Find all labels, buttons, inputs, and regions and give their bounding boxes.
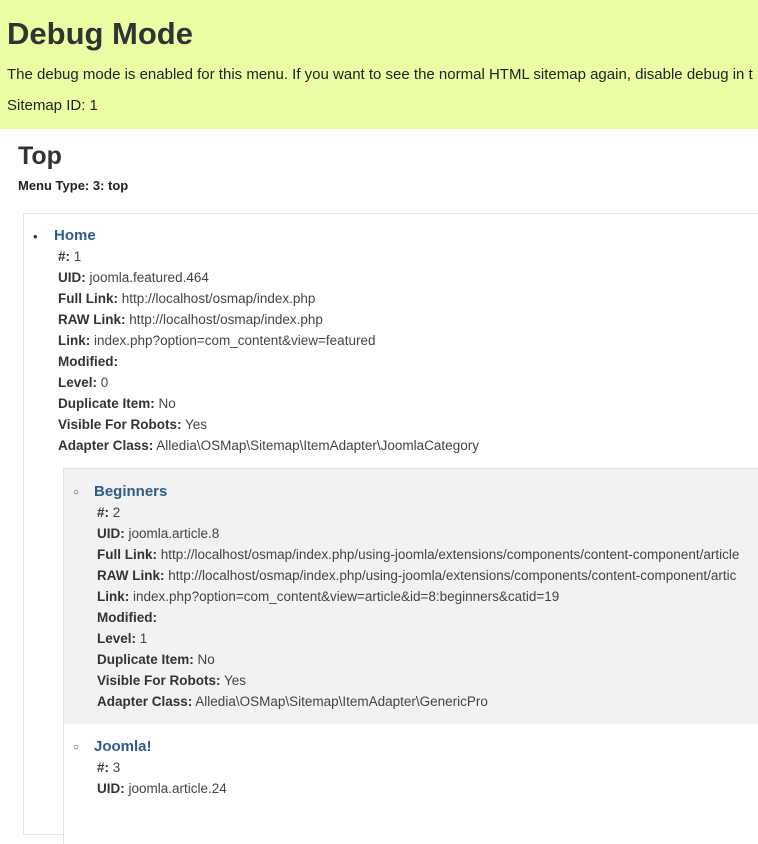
item-uid-row: UID: joomla.article.24	[97, 781, 227, 796]
item-link-joomla[interactable]: Joomla!	[94, 738, 152, 756]
item-raw-link-row: RAW Link: http://localhost/osmap/index.p…	[58, 312, 323, 327]
item-visible-row: Visible For Robots: Yes	[58, 417, 208, 432]
bullet-circle-icon: ○	[73, 742, 80, 753]
item-link-home[interactable]: Home	[54, 227, 96, 245]
item-uid-row: UID: joomla.article.8	[97, 526, 220, 541]
item-level-row: Level: 1	[97, 631, 148, 646]
item-link-row: Link: index.php?option=com_content&view=…	[58, 333, 376, 348]
item-raw-link-row: RAW Link: http://localhost/osmap/index.p…	[97, 568, 737, 583]
item-uid-row: UID: joomla.featured.464	[58, 270, 209, 285]
item-visible-row: Visible For Robots: Yes	[97, 673, 247, 688]
debug-title: Debug Mode	[7, 16, 193, 51]
item-num-row: #: 1	[58, 249, 82, 264]
item-num-row: #: 3	[97, 760, 121, 775]
item-duplicate-row: Duplicate Item: No	[97, 652, 215, 667]
item-modified-row: Modified:	[58, 354, 118, 369]
item-level-row: Level: 0	[58, 375, 109, 390]
item-num-row: #: 2	[97, 505, 121, 520]
item-adapter-row: Adapter Class: Alledia\OSMap\Sitemap\Ite…	[58, 438, 479, 453]
item-duplicate-row: Duplicate Item: No	[58, 396, 176, 411]
debug-message: The debug mode is enabled for this menu.…	[7, 66, 753, 83]
debug-banner: Debug Mode The debug mode is enabled for…	[0, 0, 758, 129]
item-modified-row: Modified:	[97, 610, 157, 625]
item-link-row: Link: index.php?option=com_content&view=…	[97, 589, 560, 604]
menu-type: Menu Type: 3: top	[18, 178, 129, 193]
bullet-disc-icon: •	[33, 229, 38, 244]
menu-title: Top	[18, 142, 62, 170]
item-full-link-row: Full Link: http://localhost/osmap/index.…	[97, 547, 740, 562]
item-link-beginners[interactable]: Beginners	[94, 483, 167, 501]
bullet-circle-icon: ○	[73, 487, 80, 498]
item-adapter-row: Adapter Class: Alledia\OSMap\Sitemap\Ite…	[97, 694, 488, 709]
item-full-link-row: Full Link: http://localhost/osmap/index.…	[58, 291, 316, 306]
sitemap-id: Sitemap ID: 1	[7, 97, 98, 114]
